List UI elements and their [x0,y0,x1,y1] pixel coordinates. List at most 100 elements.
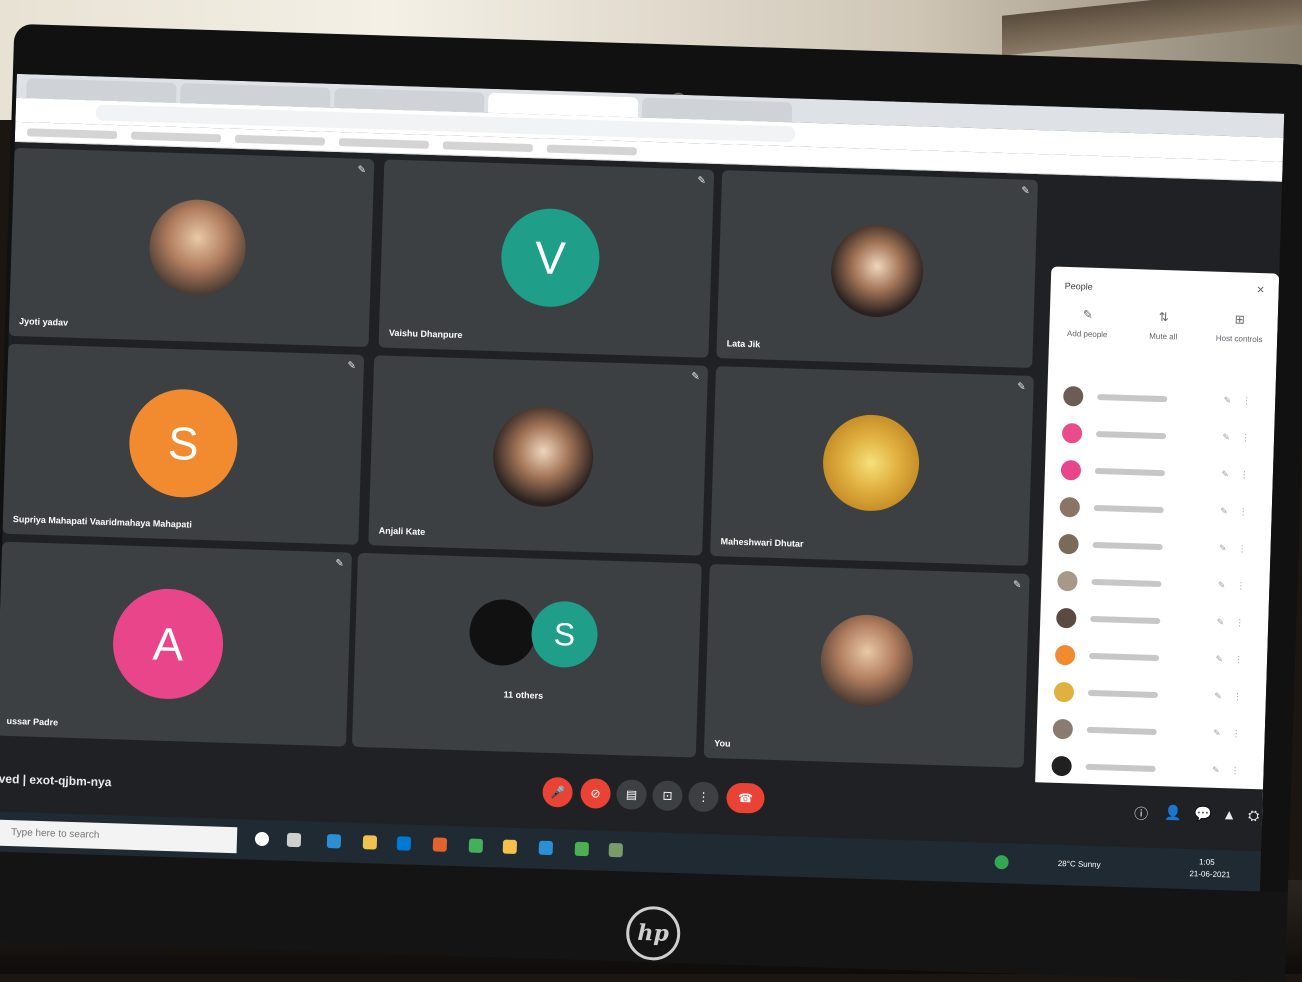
participant-name-placeholder [1093,504,1164,513]
participant-tile[interactable]: V ✎ Vaishu Dhanpure [378,159,715,358]
camera-button[interactable]: ⊘ [580,777,612,809]
explorer-icon[interactable] [362,835,378,850]
bookmark[interactable] [338,138,429,149]
activities-icon[interactable]: ▲ [1222,806,1236,822]
add-people-icon: ✎ [1082,307,1094,322]
participant-tile[interactable]: ✎ Anjali Kate [368,355,709,556]
mic-icon[interactable]: ✎ [1221,469,1229,480]
close-icon[interactable]: ✕ [1256,285,1265,296]
host-icon: ⊞ [1234,312,1246,327]
cortana-icon[interactable] [254,831,270,847]
mic-icon[interactable]: ✎ [1212,765,1220,776]
chrome-icon[interactable] [574,841,590,857]
action-label: Mute all [1149,331,1178,342]
search-input[interactable]: Type here to search [0,819,238,854]
participant-tile[interactable]: ✎ Maheshwari Dhutar [710,366,1034,566]
participant-tile[interactable]: S 11 others [351,552,702,758]
participant-tile[interactable]: ✎ Jyoti yadav [8,147,375,348]
mic-off-icon: ✎ [347,360,357,372]
avatar [1052,718,1074,739]
avatar [1056,607,1077,628]
mic-icon[interactable]: ✎ [1222,432,1230,443]
app-icon[interactable] [608,842,624,858]
more-icon[interactable]: ⋮ [1240,470,1249,481]
more-icon[interactable]: ⋮ [1232,728,1241,739]
avatar: S [530,600,599,669]
host-controls-button[interactable]: ⊞ Host controls [1214,312,1265,345]
info-icon[interactable]: ⓘ [1134,803,1149,823]
avatar [829,223,925,319]
hang-up-button[interactable]: ☎ [726,782,765,814]
participant-name: Vaishu Dhanpure [388,327,463,341]
mic-icon[interactable]: ✎ [1220,506,1228,517]
mic-icon[interactable]: ✎ [1219,543,1227,554]
add-people-button[interactable]: ✎ Add people [1062,307,1113,340]
app-icon[interactable] [432,837,448,852]
participant-tile-self[interactable]: ✎ You [703,563,1030,768]
more-icon[interactable]: ⋮ [1235,617,1244,628]
more-options-button[interactable]: ⋮ [688,781,719,813]
bookmark[interactable] [130,131,222,143]
avatar: A [111,587,225,701]
people-icon[interactable]: 👤 [1164,804,1182,822]
present-button[interactable]: ⊡ [652,780,683,812]
mic-icon[interactable]: ✎ [1214,691,1222,702]
bookmark[interactable] [26,128,118,140]
app-icon[interactable] [502,839,518,854]
participant-tile[interactable]: S ✎ Supriya Mahapati Vaaridmahaya Mahapa… [2,343,365,545]
avatar [1053,681,1075,702]
app-icon[interactable] [538,840,554,856]
mic-icon[interactable]: ✎ [1215,654,1223,665]
mic-icon[interactable]: ✎ [1224,395,1232,406]
bookmark[interactable] [234,134,326,146]
people-panel: People ✕ ✎ Add people ⇅ Mute all ⊞ Host con… [1033,266,1280,830]
participant-name-placeholder [1089,652,1160,661]
participant-name: Lata Jik [726,338,761,350]
settings-icon[interactable]: ⛭ [1248,807,1260,824]
participant-name-placeholder [1085,763,1156,772]
chat-icon[interactable]: 💬 [1194,805,1212,823]
avatar [148,198,247,298]
participant-tile[interactable]: A ✎ ussar Padre [0,541,353,747]
action-label: Add people [1066,329,1108,340]
mic-icon[interactable]: ✎ [1217,617,1225,628]
mic-off-icon: ✎ [357,164,367,176]
panel-actions: ✎ Add people ⇅ Mute all ⊞ Host controls [1049,306,1278,345]
more-icon[interactable]: ⋮ [1242,396,1251,407]
avatar [491,405,595,509]
more-icon[interactable]: ⋮ [1233,691,1242,702]
avatar [821,413,921,513]
more-icon[interactable]: ⋮ [1234,654,1243,665]
bookmark[interactable] [442,141,533,153]
participant-name: Supriya Mahapati Vaaridmahaya Mahapati [12,514,193,530]
participant-name: You [714,738,731,749]
avatar: V [499,207,601,309]
task-view-icon[interactable] [286,832,302,848]
mic-off-icon: ✎ [1016,381,1026,393]
participant-name: Maheshwari Dhutar [720,536,804,549]
mic-button[interactable]: 🎤 [542,776,574,808]
tray-icon[interactable] [994,855,1009,870]
more-icon[interactable]: ⋮ [1239,507,1248,518]
more-icon[interactable]: ⋮ [1230,765,1239,776]
app-icon[interactable] [468,838,484,853]
clock-date: 21-06-2021 [1189,869,1231,880]
mute-all-button[interactable]: ⇅ Mute all [1138,309,1189,342]
store-icon[interactable] [396,836,412,851]
edge-icon[interactable] [326,834,342,849]
meeting-code: ved | exot-qjbm-nya [0,771,112,790]
participant-tile[interactable]: ✎ Lata Jik [716,170,1039,368]
mic-off-icon: ✎ [691,371,700,383]
more-icon[interactable]: ⋮ [1237,543,1246,554]
participant-name-placeholder [1091,578,1162,587]
bookmark[interactable] [546,144,637,156]
more-icon[interactable]: ⋮ [1236,580,1245,591]
clock-time: 1:05 [1198,857,1215,867]
screen: ✎ Jyoti yadav V ✎ Vaishu Dhanpure ✎ Lata… [0,73,1285,894]
mic-icon[interactable]: ✎ [1218,580,1226,591]
mic-icon[interactable]: ✎ [1213,728,1221,739]
participant-name-placeholder [1096,430,1167,439]
more-icon[interactable]: ⋮ [1241,433,1250,444]
captions-button[interactable]: ▤ [616,779,648,811]
avatar [819,613,915,709]
